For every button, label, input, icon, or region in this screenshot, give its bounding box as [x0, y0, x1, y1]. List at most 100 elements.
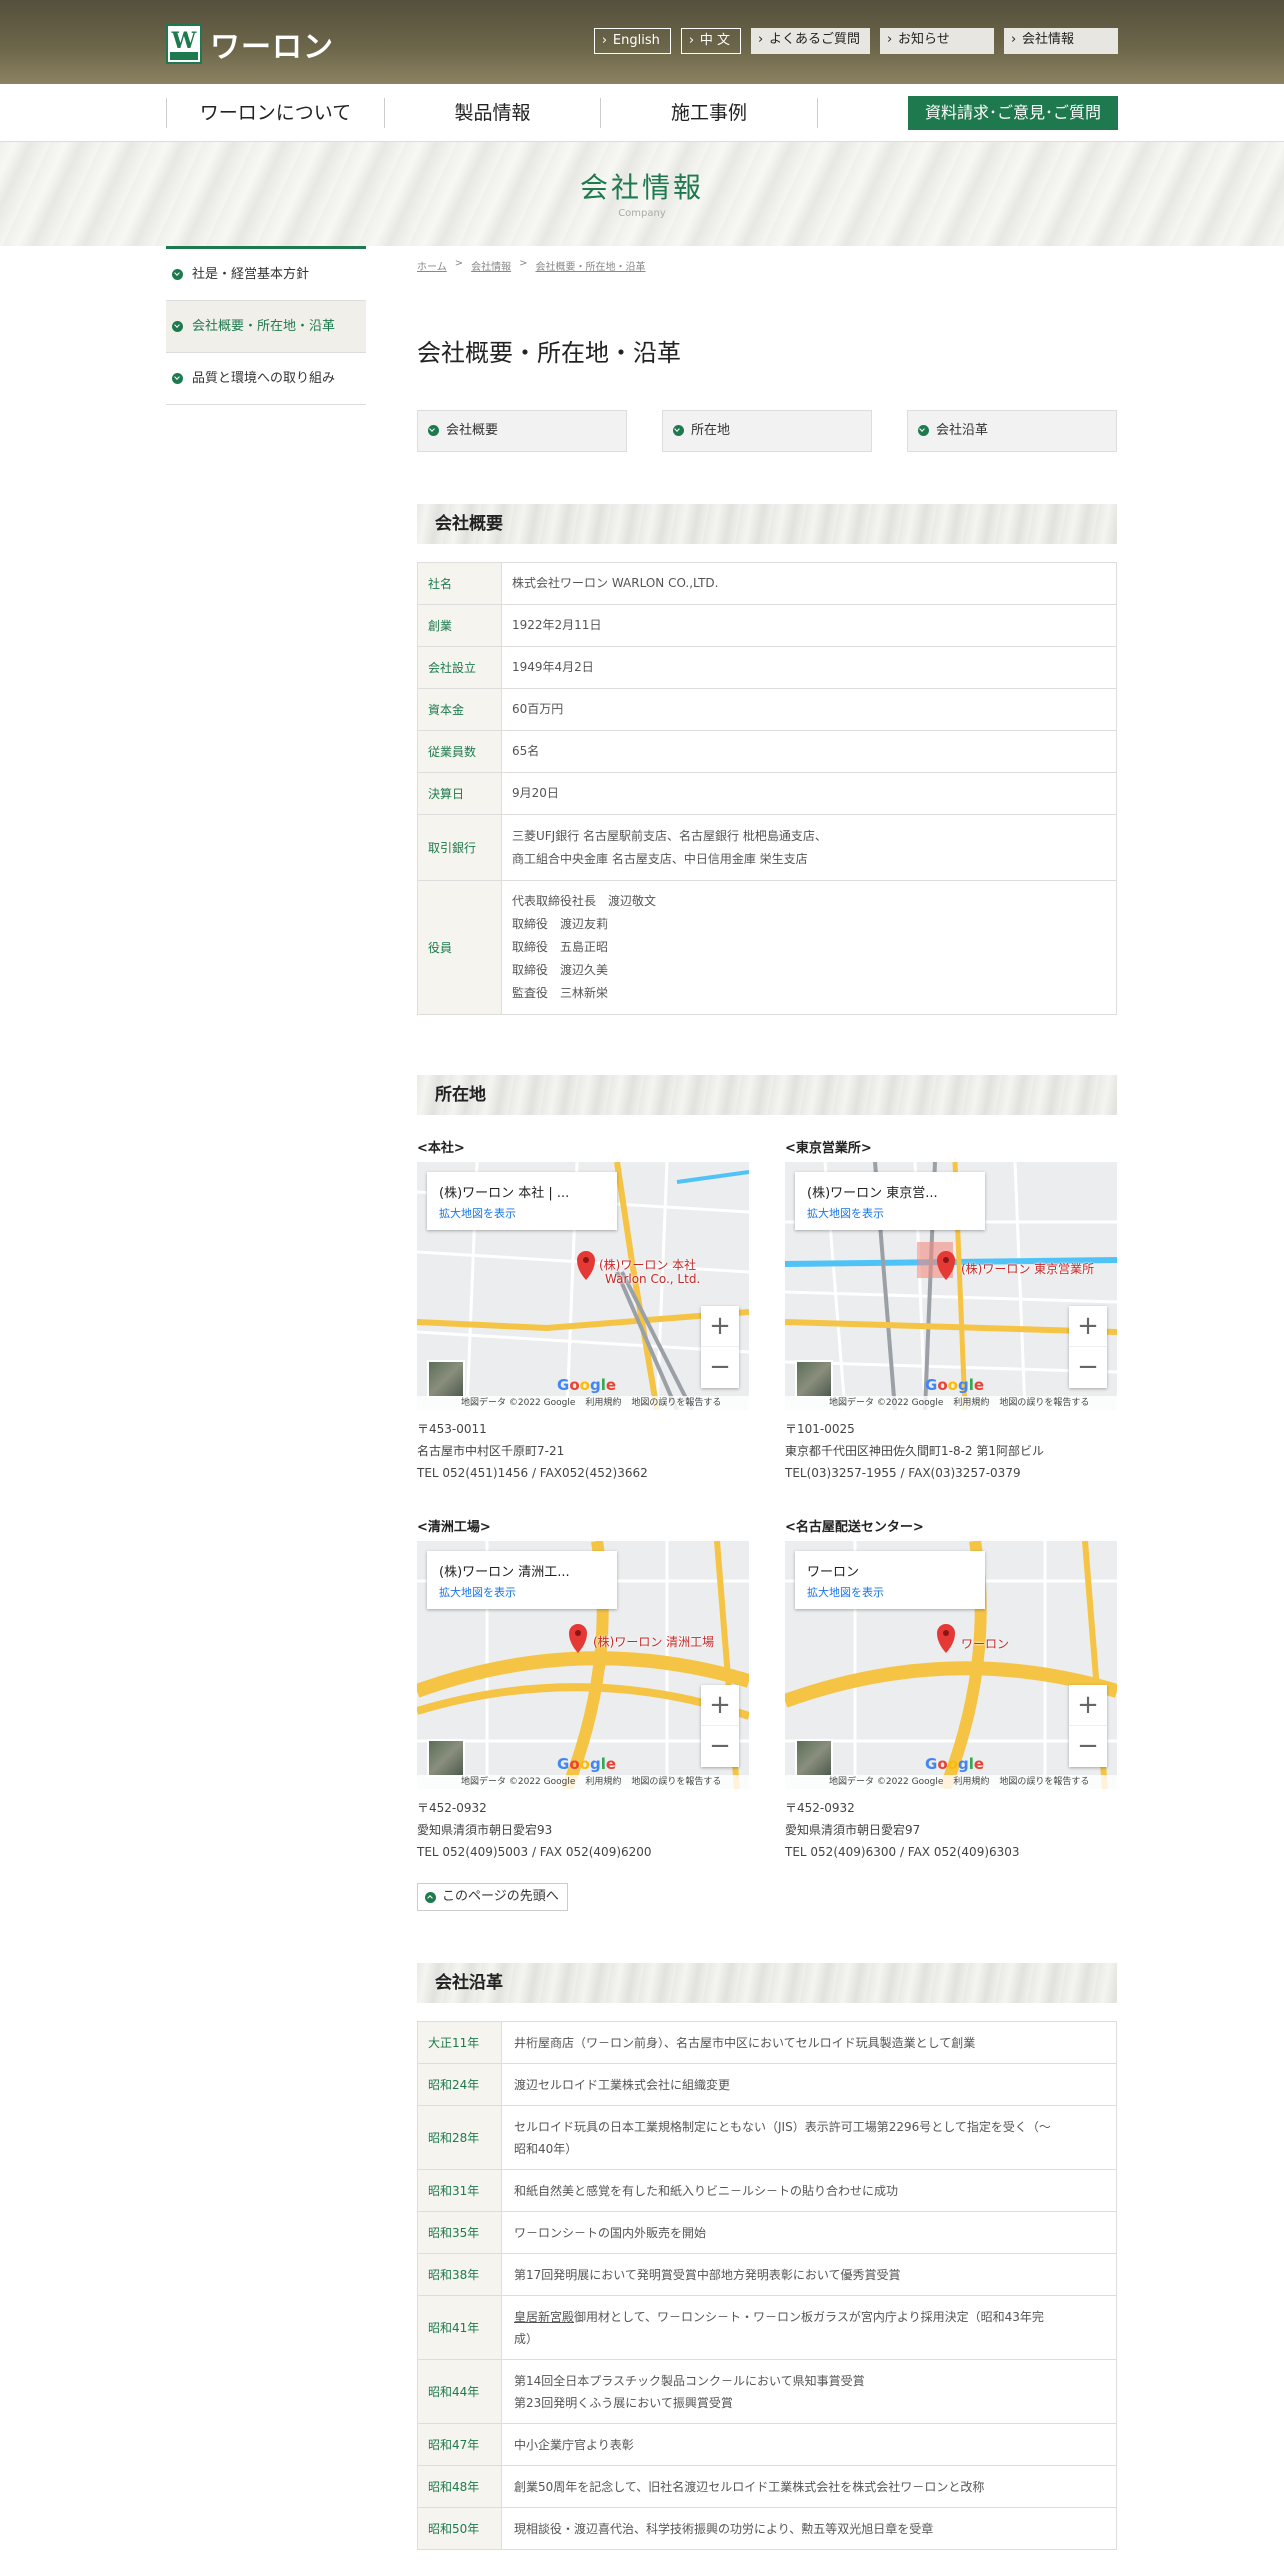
- map-enlarge-link[interactable]: 拡大地図を表示: [807, 1205, 973, 1221]
- row-value: 和紙自然美と感覚を有した和紙入りビニ－ルシ－トの貼り合わせに成功: [514, 2183, 899, 2198]
- row-key: 昭和35年: [417, 2211, 502, 2254]
- row-value: 監査役 三林新栄: [512, 986, 609, 1000]
- table-row: 会社設立 1949年4月2日: [417, 646, 1117, 689]
- map-report-link[interactable]: 地図の誤りを報告する: [999, 1777, 1089, 1787]
- location-label: <東京営業所>: [785, 1141, 872, 1156]
- map-hq[interactable]: (株)ワーロン 本社 | ... 拡大地図を表示 (株)ワーロン 本社 Warl…: [417, 1162, 749, 1410]
- zoom-in-icon[interactable]: +: [701, 1306, 739, 1347]
- sidebar-item-policy[interactable]: 社是・経営基本方針: [166, 249, 366, 301]
- row-key: 取引銀行: [417, 814, 502, 881]
- satellite-toggle-icon[interactable]: [795, 1360, 833, 1398]
- breadcrumb-company[interactable]: 会社情報: [471, 258, 511, 273]
- row-value: 井桁屋商店（ワ－ロン前身）、名古屋市中区においてセルロイド玩具製造業として創業: [514, 2035, 976, 2050]
- nav-about[interactable]: ワーロンについて: [166, 98, 384, 128]
- sidebar-item-label: 会社概要・所在地・沿革: [192, 319, 336, 334]
- top-link-faq[interactable]: よくあるご質問: [750, 28, 870, 54]
- google-logo: Google: [557, 1376, 617, 1394]
- sidebar-item-quality[interactable]: 品質と環境への取り組み: [166, 353, 366, 405]
- map-distribution[interactable]: ワーロン 拡大地図を表示 ワーロン + − Google 地図データ ©2022 …: [785, 1541, 1117, 1789]
- map-data-credit: 地図データ ©2022 Google: [829, 1398, 944, 1408]
- map-info-card: (株)ワーロン 清洲工... 拡大地図を表示: [427, 1551, 617, 1609]
- zoom-out-icon[interactable]: −: [701, 1347, 739, 1388]
- zoom-out-icon[interactable]: −: [1069, 1347, 1107, 1388]
- row-value: ワ－ロンシ－トの国内外販売を開始: [514, 2225, 707, 2240]
- arrow-down-circle-icon: [918, 425, 929, 436]
- map-pin-label: (株)ワーロン 清洲工場: [593, 1635, 715, 1649]
- top-header: ワーロン English 中 文 よくあるご質問 お知らせ 会社情報: [0, 0, 1284, 84]
- zoom-in-icon[interactable]: +: [1069, 1685, 1107, 1726]
- row-key: 創業: [417, 604, 502, 647]
- top-link-english[interactable]: English: [593, 28, 671, 54]
- satellite-toggle-icon[interactable]: [427, 1739, 465, 1777]
- row-key: 昭和50年: [417, 2507, 502, 2550]
- row-value: 65名: [512, 744, 540, 758]
- nav-cases[interactable]: 施工事例: [600, 98, 818, 128]
- row-value: 9月20日: [512, 786, 559, 800]
- map-tokyo[interactable]: (株)ワーロン 東京営... 拡大地図を表示 (株)ワーロン 東京営業所 + − …: [785, 1162, 1117, 1410]
- back-to-top-label: このページの先頭へ: [442, 1889, 559, 1904]
- map-data-credit: 地図データ ©2022 Google: [461, 1777, 576, 1787]
- nav-products[interactable]: 製品情報: [384, 98, 600, 128]
- top-link-news[interactable]: お知らせ: [880, 28, 994, 54]
- map-terms-link[interactable]: 利用規約: [953, 1398, 989, 1408]
- address-line: 愛知県清須市朝日愛宕97: [785, 1823, 921, 1837]
- row-value: 取締役 五島正昭: [512, 940, 609, 954]
- sidebar-item-overview[interactable]: 会社概要・所在地・沿革: [166, 301, 366, 353]
- zoom-in-icon[interactable]: +: [1069, 1306, 1107, 1347]
- top-link-chinese[interactable]: 中 文: [680, 28, 741, 54]
- map-report-link[interactable]: 地図の誤りを報告する: [999, 1398, 1089, 1408]
- table-row: 昭和24年 渡辺セルロイド工業株式会社に組織変更: [417, 2063, 1117, 2106]
- map-terms-link[interactable]: 利用規約: [585, 1398, 621, 1408]
- map-enlarge-link[interactable]: 拡大地図を表示: [807, 1584, 973, 1600]
- location-hq: <本社> (株)ワーロン 本社 | ... 拡大地図を表示 (株)ワーロン 本社…: [417, 1137, 749, 1484]
- satellite-toggle-icon[interactable]: [795, 1739, 833, 1777]
- row-value: 中小企業庁官より表彰: [514, 2437, 634, 2452]
- anchor-locations[interactable]: 所在地: [662, 410, 872, 452]
- zoom-in-icon[interactable]: +: [701, 1685, 739, 1726]
- map-kiyosu[interactable]: (株)ワーロン 清洲工... 拡大地図を表示 (株)ワーロン 清洲工場 + − G…: [417, 1541, 749, 1789]
- location-address: 〒452-0932 愛知県清須市朝日愛宕93 TEL 052(409)5003 …: [417, 1797, 749, 1863]
- map-enlarge-link[interactable]: 拡大地図を表示: [439, 1584, 605, 1600]
- map-report-link[interactable]: 地図の誤りを報告する: [631, 1777, 721, 1787]
- section-heading-history: 会社沿革: [417, 1963, 1117, 2003]
- location-tokyo: <東京営業所> (株)ワーロン 東京営... 拡大地図を表示 (株)ワーロン 東…: [785, 1137, 1117, 1484]
- history-table: 大正11年 井桁屋商店（ワ－ロン前身）、名古屋市中区においてセルロイド玩具製造業と…: [417, 2021, 1117, 2550]
- map-enlarge-link[interactable]: 拡大地図を表示: [439, 1205, 605, 1221]
- row-value: 商工組合中央金庫 名古屋支店、中日信用金庫 栄生支店: [512, 851, 808, 866]
- zoom-out-icon[interactable]: −: [701, 1726, 739, 1767]
- map-terms-link[interactable]: 利用規約: [953, 1777, 989, 1787]
- satellite-toggle-icon[interactable]: [427, 1360, 465, 1398]
- anchor-history[interactable]: 会社沿革: [907, 410, 1117, 452]
- zoom-out-icon[interactable]: −: [1069, 1726, 1107, 1767]
- row-value: 1949年4月2日: [512, 660, 594, 674]
- row-key: 昭和24年: [417, 2063, 502, 2106]
- table-row: 昭和48年 創業50周年を記念して、旧社名渡辺セルロイド工業株式会社を株式会社ワ－…: [417, 2465, 1117, 2508]
- row-value: 代表取締役社長 渡辺敬文: [512, 894, 657, 908]
- breadcrumb-current[interactable]: 会社概要・所在地・沿革: [535, 258, 645, 273]
- map-zoom-controls: + −: [701, 1306, 739, 1388]
- logo[interactable]: ワーロン: [166, 22, 334, 66]
- location-kiyosu: <清洲工場> (株)ワーロン 清洲工... 拡大地図を表示 (株)ワーロン 清洲…: [417, 1516, 749, 1863]
- arrow-down-circle-icon: [673, 425, 684, 436]
- google-logo: Google: [557, 1755, 617, 1773]
- postal-code: 〒101-0025: [785, 1422, 855, 1436]
- map-report-link[interactable]: 地図の誤りを報告する: [631, 1398, 721, 1408]
- logo-icon: [166, 24, 202, 64]
- google-logo: Google: [925, 1376, 985, 1394]
- breadcrumb-home[interactable]: ホーム: [417, 258, 447, 273]
- table-row: 資本金 60百万円: [417, 688, 1117, 731]
- top-link-company[interactable]: 会社情報: [1004, 28, 1118, 54]
- table-row: 昭和35年 ワ－ロンシ－トの国内外販売を開始: [417, 2211, 1117, 2254]
- contact-button[interactable]: 資料請求･ご意見･ご質問: [908, 96, 1118, 130]
- map-terms-link[interactable]: 利用規約: [585, 1777, 621, 1787]
- back-to-top-button[interactable]: このページの先頭へ: [417, 1883, 568, 1911]
- palace-link[interactable]: 皇居新宮殿: [514, 2310, 574, 2324]
- anchor-label: 会社沿革: [936, 423, 989, 438]
- anchor-overview[interactable]: 会社概要: [417, 410, 627, 452]
- table-row: 決算日 9月20日: [417, 772, 1117, 815]
- row-key: 昭和31年: [417, 2169, 502, 2212]
- map-data-credit: 地図データ ©2022 Google: [829, 1777, 944, 1787]
- row-value: 三菱UFJ銀行 名古屋駅前支店、名古屋銀行 枇杷島通支店、: [512, 828, 827, 843]
- row-key: 大正11年: [417, 2021, 502, 2064]
- section-heading-overview: 会社概要: [417, 504, 1117, 544]
